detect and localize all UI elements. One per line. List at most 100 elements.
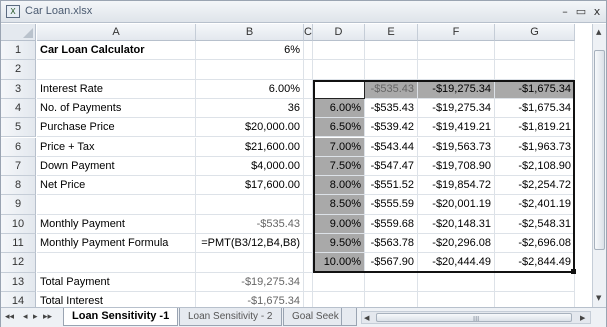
column-header-g[interactable]: G bbox=[495, 24, 575, 41]
cell-e3[interactable]: -$535.43 bbox=[365, 79, 418, 99]
cell-b12[interactable] bbox=[196, 253, 304, 273]
cell-e11[interactable]: -$563.78 bbox=[365, 234, 418, 254]
cell-e5[interactable]: -$539.42 bbox=[365, 118, 418, 138]
cell-f2[interactable] bbox=[418, 60, 495, 80]
cell-g10[interactable]: -$2,548.31 bbox=[495, 214, 575, 234]
cell-a3[interactable]: Interest Rate bbox=[37, 79, 196, 99]
cell-a4[interactable]: No. of Payments bbox=[37, 98, 196, 119]
close-button[interactable]: x bbox=[589, 4, 605, 19]
row-header-12[interactable]: 12 bbox=[1, 253, 36, 273]
cell-g8[interactable]: -$2,254.72 bbox=[495, 176, 575, 196]
cell-f13[interactable] bbox=[418, 272, 495, 292]
cell-a1[interactable]: Car Loan Calculator bbox=[37, 41, 196, 61]
cell-a7[interactable]: Down Payment bbox=[37, 156, 196, 177]
cell-f11[interactable]: -$20,296.08 bbox=[418, 234, 495, 254]
cell-g5[interactable]: -$1,819.21 bbox=[495, 118, 575, 138]
cell-d3[interactable] bbox=[313, 79, 365, 99]
cell-d8[interactable]: 8.00% bbox=[313, 176, 365, 196]
cell-c13[interactable] bbox=[304, 272, 313, 292]
fill-handle[interactable] bbox=[571, 268, 576, 274]
cell-c10[interactable] bbox=[304, 214, 313, 234]
cell-d6[interactable]: 7.00% bbox=[313, 137, 365, 157]
row-header-4[interactable]: 4 bbox=[1, 98, 36, 119]
cell-a11[interactable]: Monthly Payment Formula bbox=[37, 234, 196, 254]
tab-loan-sensitivity-1[interactable]: Loan Sensitivity -1 bbox=[63, 308, 179, 326]
cell-d7[interactable]: 7.50% bbox=[313, 156, 365, 177]
cell-b4[interactable]: 36 bbox=[196, 98, 304, 119]
cell-f7[interactable]: -$19,708.90 bbox=[418, 156, 495, 177]
cell-b8[interactable]: $17,600.00 bbox=[196, 176, 304, 196]
vertical-scrollbar[interactable]: ▲ ▼ bbox=[592, 24, 606, 307]
cell-b2[interactable] bbox=[196, 60, 304, 80]
cell-e6[interactable]: -$543.44 bbox=[365, 137, 418, 157]
cell-b6[interactable]: $21,600.00 bbox=[196, 137, 304, 157]
tab-loan-sensitivity-2[interactable]: Loan Sensitivity - 2 bbox=[179, 308, 282, 326]
cell-e10[interactable]: -$559.68 bbox=[365, 214, 418, 234]
row-header-11[interactable]: 11 bbox=[1, 234, 36, 254]
cell-a10[interactable]: Monthly Payment bbox=[37, 214, 196, 234]
column-header-d[interactable]: D bbox=[313, 24, 365, 41]
cell-c8[interactable] bbox=[304, 176, 313, 196]
horizontal-scrollbar[interactable]: ◀ III ▶ bbox=[361, 311, 591, 324]
cell-a12[interactable] bbox=[37, 253, 196, 273]
cell-g3[interactable]: -$1,675.34 bbox=[495, 79, 575, 99]
cell-e12[interactable]: -$567.90 bbox=[365, 253, 418, 273]
row-header-3[interactable]: 3 bbox=[1, 79, 36, 99]
cell-d9[interactable]: 8.50% bbox=[313, 195, 365, 215]
cell-c3[interactable] bbox=[304, 79, 313, 99]
scroll-left-arrow-icon[interactable]: ◀ bbox=[364, 314, 369, 322]
cell-e13[interactable] bbox=[365, 272, 418, 292]
horizontal-scroll-thumb[interactable]: III bbox=[376, 313, 572, 323]
cell-g12[interactable]: -$2,844.49 bbox=[495, 253, 575, 273]
cell-f8[interactable]: -$19,854.72 bbox=[418, 176, 495, 196]
row-header-5[interactable]: 5 bbox=[1, 118, 36, 138]
cell-c1[interactable] bbox=[304, 41, 313, 61]
cell-c4[interactable] bbox=[304, 98, 313, 119]
cell-d5[interactable]: 6.50% bbox=[313, 118, 365, 138]
cell-f3[interactable]: -$19,275.34 bbox=[418, 79, 495, 99]
cell-b3[interactable]: 6.00% bbox=[196, 79, 304, 99]
cell-a2[interactable] bbox=[37, 60, 196, 80]
cell-d13[interactable] bbox=[313, 272, 365, 292]
select-all-corner[interactable] bbox=[1, 24, 36, 41]
restore-button[interactable]: ▭ bbox=[573, 4, 589, 19]
cell-c11[interactable] bbox=[304, 234, 313, 254]
cell-d12[interactable]: 10.00% bbox=[313, 253, 365, 273]
cell-g6[interactable]: -$1,963.73 bbox=[495, 137, 575, 157]
cell-f5[interactable]: -$19,419.21 bbox=[418, 118, 495, 138]
prev-sheet-nav-icon[interactable]: ◂ bbox=[23, 312, 28, 322]
cell-f6[interactable]: -$19,563.73 bbox=[418, 137, 495, 157]
cell-e1[interactable] bbox=[365, 41, 418, 61]
column-header-a[interactable]: A bbox=[37, 24, 196, 41]
cell-c12[interactable] bbox=[304, 253, 313, 273]
row-header-1[interactable]: 1 bbox=[1, 41, 36, 61]
cell-a9[interactable] bbox=[37, 195, 196, 215]
cell-f12[interactable]: -$20,444.49 bbox=[418, 253, 495, 273]
cell-b11[interactable]: =PMT(B3/12,B4,B8) bbox=[196, 234, 304, 254]
cell-g4[interactable]: -$1,675.34 bbox=[495, 98, 575, 119]
cell-g2[interactable] bbox=[495, 60, 575, 80]
row-header-10[interactable]: 10 bbox=[1, 214, 36, 234]
cell-g1[interactable] bbox=[495, 41, 575, 61]
scroll-down-arrow-icon[interactable]: ▼ bbox=[596, 294, 601, 302]
cell-a5[interactable]: Purchase Price bbox=[37, 118, 196, 138]
cell-f4[interactable]: -$19,275.34 bbox=[418, 98, 495, 119]
column-header-b[interactable]: B bbox=[196, 24, 304, 41]
cell-f10[interactable]: -$20,148.31 bbox=[418, 214, 495, 234]
cell-c6[interactable] bbox=[304, 137, 313, 157]
insert-sheet-icon[interactable] bbox=[341, 308, 357, 326]
row-header-6[interactable]: 6 bbox=[1, 137, 36, 157]
cell-d1[interactable] bbox=[313, 41, 365, 61]
cell-f1[interactable] bbox=[418, 41, 495, 61]
cell-d10[interactable]: 9.00% bbox=[313, 214, 365, 234]
cell-f9[interactable]: -$20,001.19 bbox=[418, 195, 495, 215]
cell-b5[interactable]: $20,000.00 bbox=[196, 118, 304, 138]
cell-b13[interactable]: -$19,275.34 bbox=[196, 272, 304, 292]
next-sheet-nav-icon[interactable]: ▸ bbox=[33, 312, 38, 322]
column-header-f[interactable]: F bbox=[418, 24, 495, 41]
cell-c2[interactable] bbox=[304, 60, 313, 80]
cell-a8[interactable]: Net Price bbox=[37, 176, 196, 196]
cell-g13[interactable] bbox=[495, 272, 575, 292]
row-header-8[interactable]: 8 bbox=[1, 176, 36, 196]
cell-c5[interactable] bbox=[304, 118, 313, 138]
